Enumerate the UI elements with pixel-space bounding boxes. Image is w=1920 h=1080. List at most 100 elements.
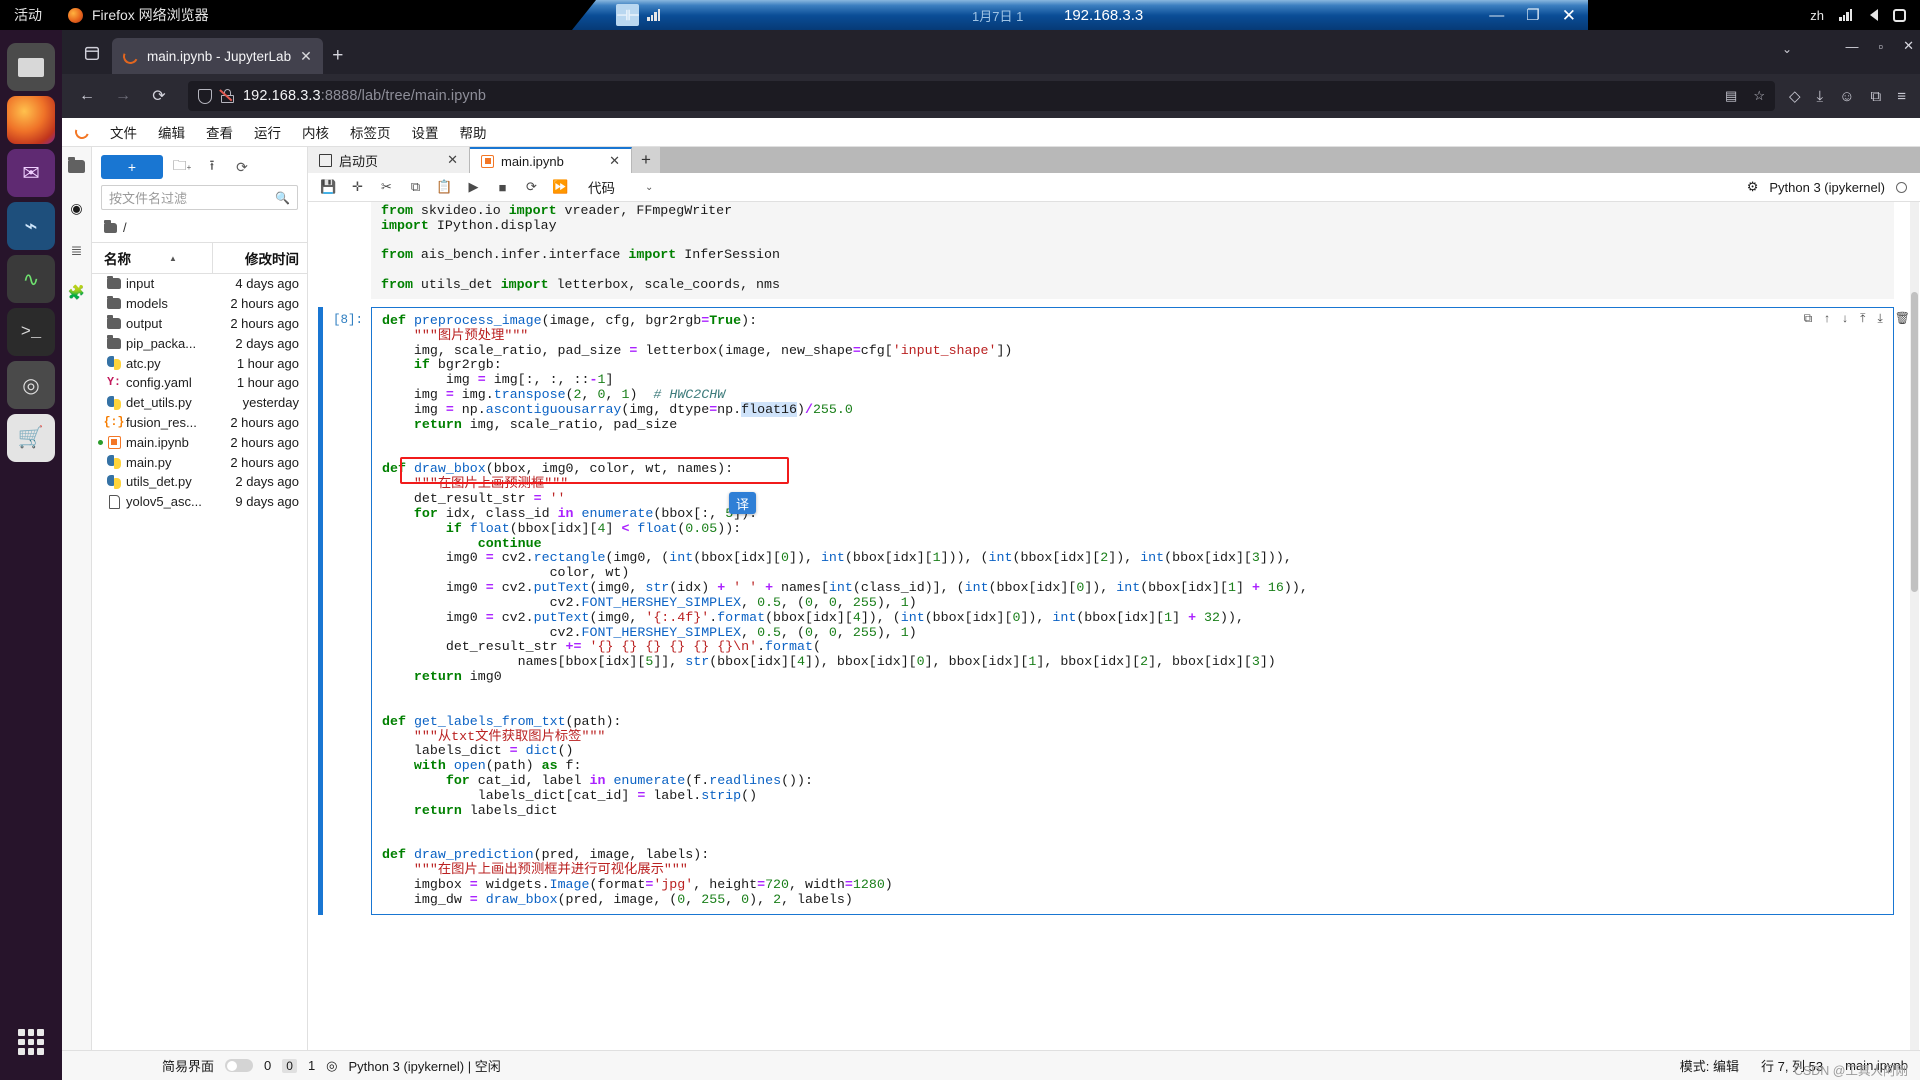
move-up-icon[interactable]: ↑ [1824,311,1830,326]
breadcrumb[interactable]: / [92,216,307,242]
file-list-item[interactable]: input 4 days ago [92,274,307,294]
dock-item-help[interactable]: ◎ [7,361,55,409]
window-minimize-button[interactable]: — [1845,39,1858,54]
file-list-item[interactable]: det_utils.py yesterday [92,393,307,413]
file-list-item[interactable]: utils_det.py 2 days ago [92,472,307,492]
file-list-item[interactable]: atc.py 1 hour ago [92,353,307,373]
sidebar-item-file-browser[interactable] [66,155,88,177]
cut-icon[interactable]: ✂ [379,179,394,195]
close-icon[interactable]: ✕ [447,152,458,168]
duplicate-icon[interactable]: ⧉ [1804,311,1813,326]
browser-tab-main-ipynb[interactable]: main.ipynb - JupyterLab ✕ [112,38,323,74]
sidebar-item-extensions[interactable]: 🧩 [66,281,88,303]
download-icon[interactable]: ⤓ [1817,88,1824,105]
doc-tab-launcher[interactable]: 启动页 ✕ [308,147,470,173]
file-list-item[interactable]: models 2 hours ago [92,294,307,314]
dock-item-files[interactable] [7,43,55,91]
dock-item-firefox[interactable] [7,96,55,144]
file-list-item[interactable]: Y: config.yaml 1 hour ago [92,373,307,393]
firefox-sidebar-button[interactable] [76,37,108,69]
gear-icon[interactable]: ⚙ [1747,179,1759,195]
app-menu-icon[interactable]: ≡ [1897,88,1906,105]
power-icon[interactable] [1893,8,1906,22]
stop-icon[interactable]: ■ [495,180,510,195]
sidebar-item-running[interactable]: ◉ [66,197,88,219]
file-list-item[interactable]: pip_packa... 2 days ago [92,333,307,353]
dock-item-show-apps[interactable] [7,1018,55,1066]
menu-kernel[interactable]: 内核 [293,119,338,145]
doc-tab-main-ipynb[interactable]: main.ipynb ✕ [470,147,632,173]
reader-mode-icon[interactable]: ▤ [1725,88,1737,104]
account-icon[interactable]: ☺ [1839,88,1854,105]
bookmark-star-icon[interactable]: ☆ [1753,88,1765,104]
delete-icon[interactable]: 🗑 [1895,311,1910,326]
refresh-icon[interactable]: ⟳ [231,156,253,178]
column-name-header[interactable]: 名称 ▲ [92,243,212,273]
extensions-icon[interactable]: ⧉ [1871,88,1882,105]
upload-icon[interactable]: ⭱ [201,156,223,178]
session-maximize-button[interactable]: ❐ [1526,8,1539,23]
cell-type-dropdown[interactable]: 代码 ⌄ [588,177,653,197]
file-list-item[interactable]: output 2 hours ago [92,314,307,334]
back-button[interactable]: ← [72,81,102,111]
file-list-item[interactable]: main.py 2 hours ago [92,452,307,472]
menu-tabs[interactable]: 标签页 [341,119,400,145]
kernel-count[interactable]: 0 [264,1058,271,1073]
volume-icon[interactable] [1870,9,1878,21]
menu-file[interactable]: 文件 [101,119,146,145]
insert-below-icon[interactable]: ⤓ [1877,311,1882,326]
activities-button[interactable]: 活动 [14,5,42,25]
kernel-name-label[interactable]: Python 3 (ipykernel) [1769,180,1885,195]
kernel-status-label[interactable]: Python 3 (ipykernel) | 空闲 [349,1056,501,1075]
paste-icon[interactable]: 📋 [436,179,452,195]
column-modified-header[interactable]: 修改时间 [212,243,307,273]
menu-settings[interactable]: 设置 [403,119,448,145]
file-list-item[interactable]: main.ipynb 2 hours ago [92,432,307,452]
cell-input-area[interactable]: import torch from skvideo.io import vrea… [371,202,1894,299]
insecure-lock-icon[interactable] [221,89,234,103]
insert-cell-icon[interactable]: ✛ [350,179,365,195]
terminal-count[interactable]: 1 [308,1058,315,1073]
window-close-button[interactable]: ✕ [1903,38,1914,54]
file-list-item[interactable]: yolov5_asc... 9 days ago [92,492,307,512]
simple-interface-toggle[interactable] [225,1059,254,1072]
add-document-button[interactable]: + [632,147,660,173]
reload-button[interactable]: ⟳ [144,81,174,111]
new-folder-icon[interactable]: 🗀 + [171,156,193,178]
copy-icon[interactable]: ⧉ [408,179,423,195]
restart-kernel-icon[interactable]: ⟳ [524,179,539,195]
close-icon[interactable]: ✕ [300,48,312,65]
insert-above-icon[interactable]: ⤒ [1860,311,1865,326]
dock-item-mail[interactable]: ✉ [7,149,55,197]
save-icon[interactable]: 💾 [320,179,336,195]
menu-edit[interactable]: 编辑 [149,119,194,145]
menu-help[interactable]: 帮助 [451,119,496,145]
new-launcher-button[interactable]: + [101,155,163,179]
move-down-icon[interactable]: ↓ [1842,311,1848,326]
window-app-indicator[interactable]: Firefox 网络浏览器 [68,5,209,25]
session-minimize-button[interactable]: — [1489,8,1504,23]
pocket-icon[interactable]: ◇ [1789,87,1801,105]
shield-icon[interactable] [198,88,212,104]
session-close-button[interactable]: ✕ [1562,7,1576,24]
dock-item-terminal[interactable]: >_ [7,308,55,356]
notebook-scroll-area[interactable]: import torch from skvideo.io import vrea… [308,202,1920,1050]
dock-item-vscode[interactable]: ⌁ [7,202,55,250]
close-icon[interactable]: ✕ [609,153,620,169]
input-language-label[interactable]: zh [1810,8,1824,23]
file-filter-input[interactable]: 按文件名过滤 🔍 [101,185,298,210]
dock-item-monitor[interactable]: ∿ [7,255,55,303]
target-icon[interactable]: ◎ [326,1058,337,1074]
dock-item-software[interactable]: 🛒 [7,414,55,462]
window-maximize-button[interactable]: ▫ [1878,39,1883,54]
notebook-cell-imports[interactable]: import torch from skvideo.io import vrea… [308,202,1920,299]
run-icon[interactable]: ▶ [466,179,481,195]
sidebar-item-toc[interactable]: ≣ [66,239,88,261]
file-list-item[interactable]: {:} fusion_res... 2 hours ago [92,413,307,433]
new-tab-button[interactable]: + [323,40,353,72]
restart-run-all-icon[interactable]: ⏩ [552,179,568,195]
menu-view[interactable]: 查看 [197,119,242,145]
address-bar[interactable]: 192.168.3.3:8888/lab/tree/main.ipynb ▤ ☆ [188,81,1775,111]
kernel-status-icon[interactable] [1896,181,1907,193]
list-all-tabs-icon[interactable]: ⌄ [1782,42,1792,56]
